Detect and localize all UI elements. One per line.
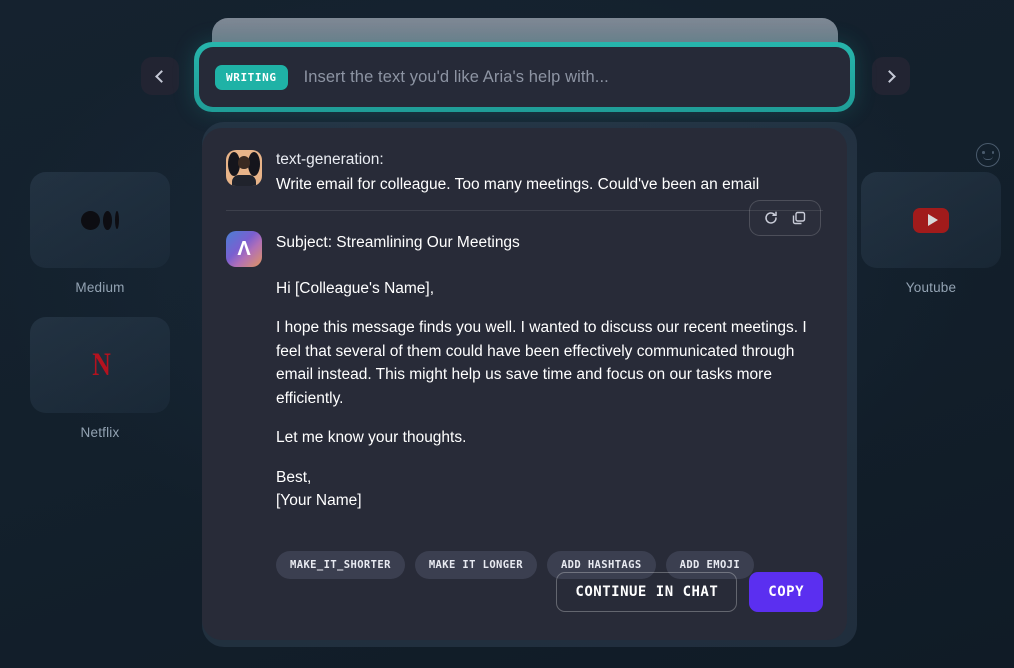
shortcut-label-netflix: Netflix [80, 425, 120, 440]
user-avatar [226, 150, 262, 186]
suggestion-make-it-longer[interactable]: MAKE IT LONGER [414, 550, 537, 579]
search-placeholder-text: Insert the text you'd like Aria's help w… [303, 67, 609, 86]
shortcuts-left: Medium N Netflix [30, 172, 170, 462]
continue-in-chat-button[interactable]: CONTINUE IN CHAT [556, 572, 738, 612]
chevron-left-icon [155, 69, 168, 83]
answer-signoff: Best, [276, 468, 312, 486]
answer-signature: [Your Name] [276, 492, 362, 510]
prompt-section: text-generation: Write email for colleag… [226, 150, 823, 194]
answer-greeting: Hi [Colleague's Name], [276, 279, 435, 297]
shortcut-tile-medium[interactable] [30, 172, 170, 268]
shortcut-label-medium: Medium [75, 280, 125, 295]
nav-next-button[interactable] [872, 57, 910, 95]
answer-body: I hope this message finds you well. I wa… [276, 319, 807, 407]
netflix-icon: N [91, 346, 111, 383]
card-footer: CONTINUE IN CHAT COPY [556, 572, 823, 612]
aria-avatar-icon: Λ [226, 231, 262, 267]
prompt-type-label: text-generation: [276, 151, 384, 168]
prompt-query-text: Write email for colleague. Too many meet… [276, 176, 760, 193]
suggestion-make-it-shorter[interactable]: MAKE_IT_SHORTER [276, 550, 405, 579]
youtube-icon [913, 207, 949, 233]
medium-icon [81, 210, 119, 230]
answer-subject: Subject: Streamlining Our Meetings [276, 234, 520, 251]
card-divider [226, 210, 823, 211]
search-input[interactable]: WRITING Insert the text you'd like Aria'… [199, 47, 850, 107]
mode-badge-writing[interactable]: WRITING [215, 64, 288, 90]
shortcut-tile-youtube[interactable] [861, 172, 1001, 268]
chevron-right-icon [883, 69, 896, 83]
answer-closing-question: Let me know your thoughts. [276, 429, 467, 447]
desktop-overlay: Medium N Netflix Youtube WRITING Insert … [0, 0, 1014, 668]
shortcut-label-youtube: Youtube [905, 280, 957, 295]
result-card: text-generation: Write email for colleag… [202, 128, 847, 640]
response-actions-group [749, 200, 821, 236]
answer-section: Λ Subject: Streamlining Our Meetings Hi … [226, 231, 823, 529]
shortcuts-right: Youtube [861, 172, 1001, 317]
smiley-icon[interactable] [976, 143, 1000, 167]
shortcut-tile-netflix[interactable]: N [30, 317, 170, 413]
nav-prev-button[interactable] [141, 57, 179, 95]
copy-button[interactable]: COPY [749, 572, 823, 612]
regenerate-icon[interactable] [761, 208, 781, 228]
aria-prompt-bar: WRITING Insert the text you'd like Aria'… [194, 42, 855, 112]
copy-icon[interactable] [789, 208, 809, 228]
